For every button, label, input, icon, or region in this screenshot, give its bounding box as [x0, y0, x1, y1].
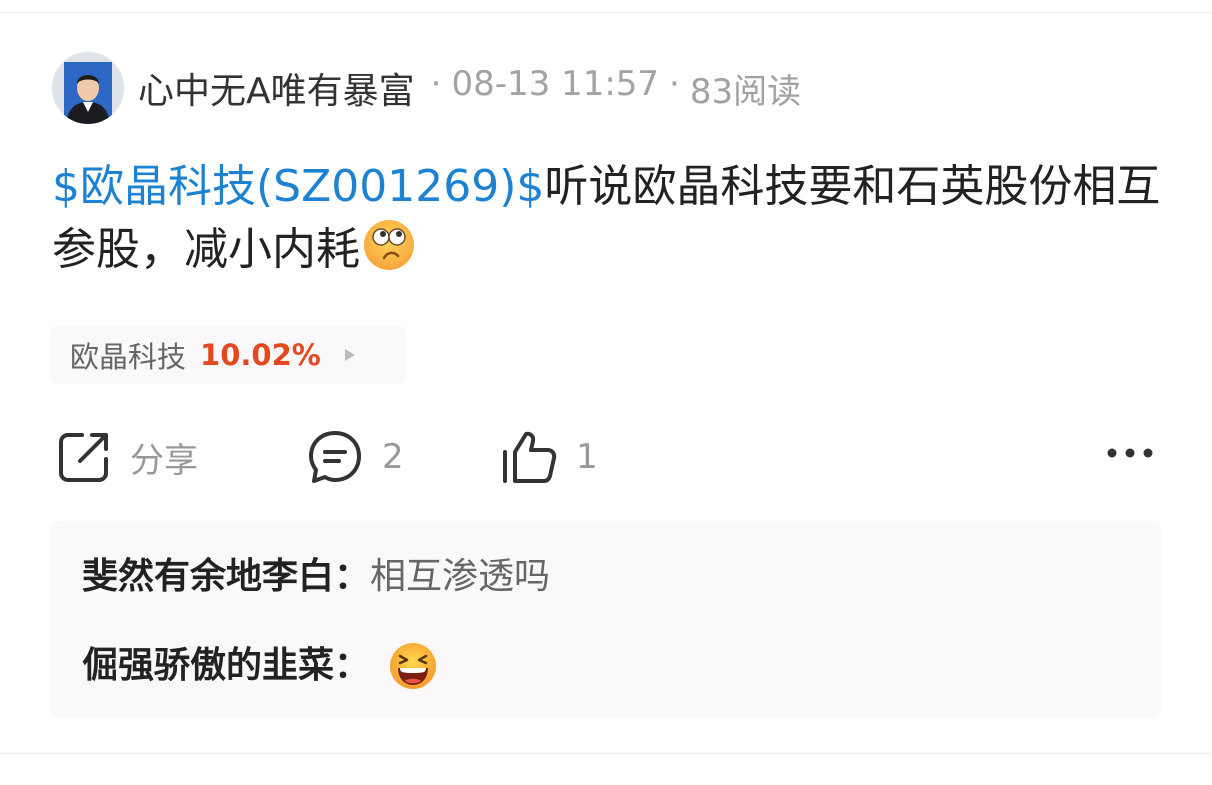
- share-icon: [56, 429, 112, 485]
- like-count: 1: [576, 437, 598, 477]
- more-options-button[interactable]: [1106, 443, 1154, 467]
- chevron-right-icon: [344, 349, 355, 361]
- comment-button[interactable]: 2: [306, 425, 404, 489]
- meta-separator: ·: [430, 63, 442, 104]
- stock-quote-chip[interactable]: 欧晶科技 10.02%: [50, 326, 406, 384]
- post-content: $欧晶科技(SZ001269)$听说欧晶科技要和石英股份相互参股，减小内耗: [52, 156, 1162, 281]
- grinning-squint-face-icon: [388, 641, 438, 691]
- share-button[interactable]: 分享: [56, 425, 198, 489]
- stock-name: 欧晶科技: [70, 340, 187, 374]
- comment-count: 2: [382, 437, 404, 477]
- comment-preview-panel[interactable]: 斐然有余地李白： 相互渗透吗 倔强骄傲的韭菜：: [50, 521, 1162, 718]
- stock-link[interactable]: $欧晶科技(SZ001269)$: [52, 161, 544, 212]
- doubtful-face-icon: [362, 218, 416, 272]
- avatar[interactable]: [52, 52, 124, 124]
- comment-text: 相互渗透吗: [370, 556, 551, 597]
- like-button[interactable]: 1: [500, 425, 598, 489]
- action-bar: 分享 2 1: [0, 425, 1212, 489]
- post-date: 08-13 11:57: [451, 63, 660, 104]
- comment-user[interactable]: 倔强骄傲的韭菜：: [82, 644, 370, 688]
- post-meta: · 08-13 11:57 · 83阅读: [421, 64, 801, 113]
- top-divider: [0, 12, 1212, 13]
- author-name[interactable]: 心中无A唯有暴富: [138, 62, 415, 114]
- bottom-divider: [0, 753, 1212, 754]
- comment-item[interactable]: 倔强骄傲的韭菜：: [82, 641, 438, 691]
- thumbs-up-icon: [500, 428, 558, 486]
- stock-change: 10.02%: [200, 338, 321, 372]
- ellipsis-icon: [1106, 448, 1154, 467]
- comment-item[interactable]: 斐然有余地李白： 相互渗透吗: [82, 555, 550, 599]
- view-count: 83阅读: [689, 71, 802, 112]
- post-header: 心中无A唯有暴富 · 08-13 11:57 · 83阅读: [52, 52, 801, 124]
- comment-icon: [306, 428, 364, 486]
- comment-user[interactable]: 斐然有余地李白：: [82, 555, 370, 599]
- meta-separator: ·: [669, 63, 680, 104]
- share-label: 分享: [130, 440, 198, 481]
